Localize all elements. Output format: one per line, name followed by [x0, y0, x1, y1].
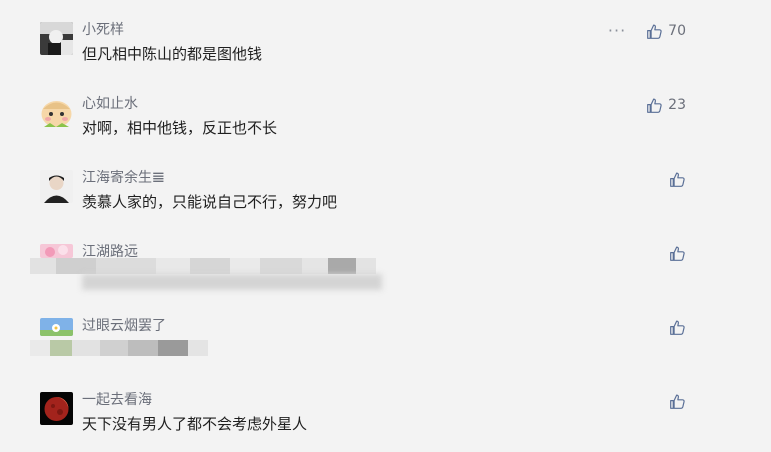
comment-username[interactable]: 过眼云烟罢了: [82, 316, 166, 336]
comment-actions: [669, 168, 686, 190]
avatar[interactable]: [40, 96, 73, 129]
comment-item: 心如止水 对啊，相中他钱，反正也不长 23: [40, 96, 700, 156]
avatar[interactable]: [40, 22, 73, 55]
comment-item: 江海寄余生𝌆 羡慕人家的，只能说自己不行，努力吧: [40, 170, 700, 230]
avatar[interactable]: [40, 318, 73, 336]
comment-item: 江湖路远: [30, 242, 700, 304]
avatar[interactable]: [40, 170, 73, 203]
like-count: 70: [668, 22, 686, 39]
comment-username[interactable]: 一起去看海: [82, 390, 152, 410]
comment-item: 一起去看海 天下没有男人了都不会考虑外星人: [40, 392, 700, 452]
thumbs-up-icon: [670, 394, 685, 409]
comment-actions: [669, 316, 686, 338]
comment-actions: [669, 390, 686, 412]
more-options-icon[interactable]: ···: [608, 23, 626, 39]
pixelated-text: [30, 340, 208, 356]
comment-item: 过眼云烟罢了: [30, 316, 700, 378]
like-count: 23: [668, 96, 686, 113]
like-button[interactable]: 70: [646, 23, 686, 40]
like-button[interactable]: 23: [646, 97, 686, 114]
thumbs-up-icon: [670, 172, 685, 187]
comment-item: 小死样 但凡相中陈山的都是图他钱 ··· 70: [40, 22, 700, 82]
pixelated-text: [30, 258, 376, 274]
comment-text: 对啊，相中他钱，反正也不长: [82, 119, 278, 137]
comment-text: 但凡相中陈山的都是图他钱: [82, 45, 263, 63]
thumbs-up-icon: [670, 246, 685, 261]
comment-actions: 23: [646, 94, 686, 116]
thumbs-up-icon: [647, 98, 662, 113]
comment-text: 天下没有男人了都不会考虑外星人: [82, 415, 308, 433]
thumbs-up-icon: [670, 320, 685, 335]
comment-actions: [669, 242, 686, 264]
comment-username[interactable]: 小死样: [82, 20, 124, 40]
pixelated-text: [82, 274, 382, 290]
like-button[interactable]: [669, 393, 686, 410]
avatar[interactable]: [40, 244, 73, 258]
comment-username[interactable]: 江海寄余生𝌆: [82, 168, 165, 188]
comment-text: 羡慕人家的，只能说自己不行，努力吧: [82, 193, 338, 211]
like-button[interactable]: [669, 319, 686, 336]
avatar[interactable]: [40, 392, 73, 425]
comment-username[interactable]: 心如止水: [82, 94, 138, 114]
like-button[interactable]: [669, 171, 686, 188]
comment-actions: ··· 70: [608, 20, 686, 42]
thumbs-up-icon: [647, 24, 662, 39]
like-button[interactable]: [669, 245, 686, 262]
